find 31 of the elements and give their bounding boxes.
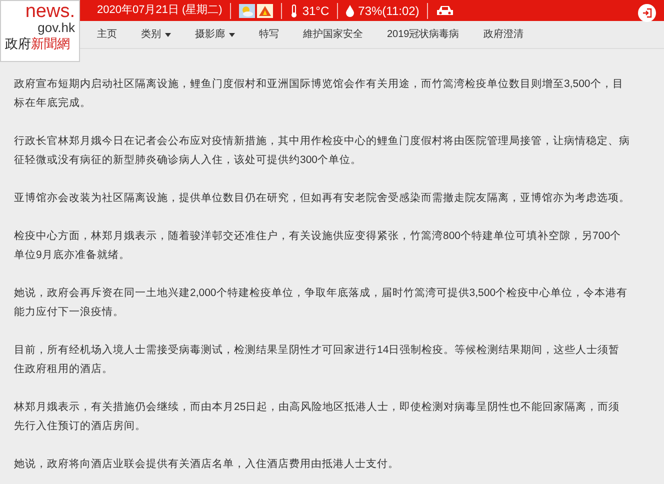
thermometer-icon <box>290 4 298 18</box>
nav-link[interactable]: 政府澄清 <box>483 27 524 42</box>
nav-link[interactable]: 主页 <box>97 27 117 42</box>
humidity-text: 73%(11:02) <box>358 2 420 20</box>
temperature-text: 31°C <box>302 2 330 20</box>
sun-cloud-icon <box>239 4 256 18</box>
caret-icon <box>229 32 235 36</box>
nav-link[interactable]: 特写 <box>259 27 279 42</box>
logo-brand: news. <box>25 2 75 21</box>
nav-link[interactable]: 維护国家安全 <box>303 27 363 42</box>
login-button[interactable] <box>638 4 656 22</box>
article-paragraph: 林郑月娥表示，有关措施仍会继续，而由本月25日起，由高风险地区抵港人士，即使检测对病毒呈阴性也不能回家隔离，而须先行入住预订的酒店房间。 <box>14 400 621 434</box>
article-paragraph: 政府宣布短期内启动社区隔离设施，鲤鱼门度假村和亚洲国际博览馆会作有关用途，而竹篙湾检疫单位数目则增至3,500个，目标在年底完成。 <box>14 77 624 111</box>
nav-link[interactable]: 摄影廊 <box>195 27 235 42</box>
warning-icon <box>257 4 274 18</box>
logo-panel[interactable]: news. gov.hk 政府新聞網 <box>0 0 80 62</box>
article-paragraph: 行政长官林郑月娥今日在记者会公布应对疫情新措施，其中用作检疫中心的鲤鱼门度假村将由医院管理局接管，让病情稳定、病征轻微或没有病征的新型肺炎确诊病人入住，该处可提供约300个单位。 <box>14 134 630 168</box>
nav-link[interactable]: 2019冠状病毒病 <box>387 27 460 42</box>
article-paragraph: 她说，政府将向酒店业联会提供有关酒店名单，入住酒店费用由抵港人士支付。 <box>14 457 400 472</box>
caret-icon <box>165 32 171 36</box>
logo-domain: gov.hk <box>38 21 75 34</box>
article-paragraph: 检疫中心方面，林郑月娥表示，随着骏洋邨交还准住户，有关设施供应变得紧张，竹篙湾800个特建单位可填补空隙，另700个单位9月底亦准备就绪。 <box>14 229 622 263</box>
logo-tagline: 政府新聞網 <box>4 37 70 50</box>
article-paragraph: 亚博馆亦会改装为社区隔离设施，提供单位数目仍在研究，但如再有安老院舍受感染而需撤走院友隔离，亚博馆亦为考虑选项。 <box>14 191 630 206</box>
nav-link[interactable]: 类别 <box>141 27 171 42</box>
car-icon[interactable] <box>436 4 454 16</box>
sign-in-icon <box>642 8 652 18</box>
drop-icon <box>346 4 354 16</box>
article-paragraph: 目前，所有经机场入境人士需接受病毒测试，检测结果呈阴性才可回家进行14日强制检疫。等候检测结果期间，这些人士须暂住政府租用的酒店。 <box>14 343 621 377</box>
date-text: 2020年07月21日 (星期二) <box>97 3 222 18</box>
article-paragraph: 她说，政府会再斥资在同一土地兴建2,000个特建检疫单位，争取年底落成，届时竹篙湾可提供3,500个检疫中心单位，令本港有能力应付下一浪疫情。 <box>14 286 629 320</box>
